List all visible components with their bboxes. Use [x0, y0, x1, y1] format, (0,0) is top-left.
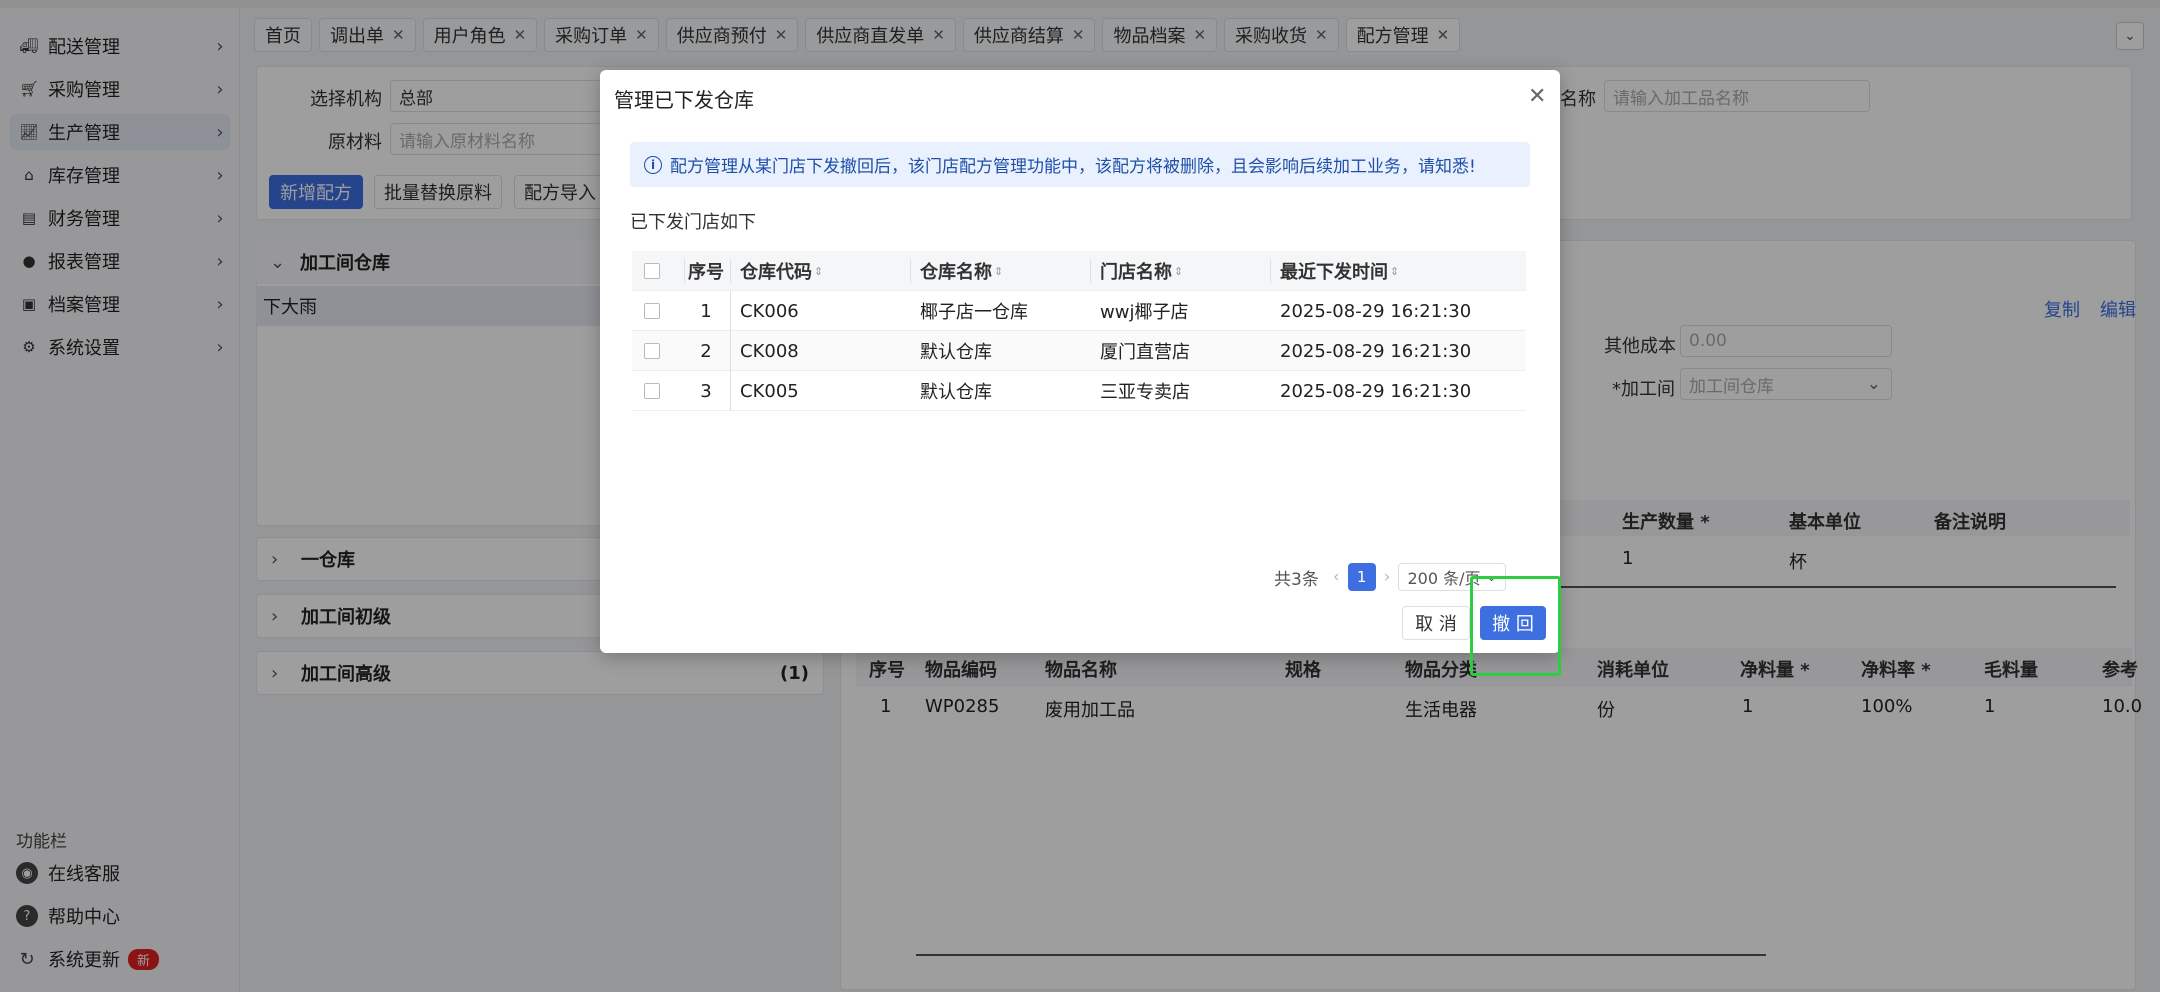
cell-name: 椰子店一仓库	[920, 302, 1028, 323]
sort-icon[interactable]: ⇕	[1174, 265, 1183, 278]
column-divider	[1090, 259, 1091, 283]
column-divider	[730, 291, 731, 331]
sort-icon[interactable]: ⇕	[814, 265, 823, 278]
cell-name: 默认仓库	[920, 382, 992, 403]
cell-store: wwj椰子店	[1100, 302, 1189, 323]
cell-time: 2025-08-29 16:21:30	[1280, 340, 1472, 362]
header-time-label: 最近下发时间	[1280, 262, 1388, 283]
select-all-cell	[644, 251, 674, 291]
revoke-highlight-box	[1470, 576, 1561, 676]
cancel-button[interactable]: 取 消	[1402, 606, 1470, 640]
table-row[interactable]: 1 CK006 椰子店一仓库 wwj椰子店 2025-08-29 16:21:3…	[632, 291, 1526, 331]
header-index: 序号	[684, 251, 728, 291]
column-divider	[730, 371, 731, 411]
row-checkbox[interactable]	[644, 343, 660, 359]
row-checkbox-cell	[644, 331, 660, 371]
row-checkbox[interactable]	[644, 303, 660, 319]
cell-index: 1	[700, 300, 712, 322]
cell-name: 默认仓库	[920, 342, 992, 363]
cell-time: 2025-08-29 16:21:30	[1280, 300, 1472, 322]
column-divider	[910, 259, 911, 283]
cell-store: 厦门直营店	[1100, 342, 1190, 363]
cell-index: 3	[700, 380, 712, 402]
alert-text: 配方管理从某门店下发撤回后，该门店配方管理功能中，该配方将被删除，且会影响后续加…	[670, 157, 1476, 177]
dialog-title: 管理已下发仓库	[614, 88, 754, 112]
table-header-row: 序号 仓库代码 ⇕ 仓库名称 ⇕ 门店名称 ⇕ 最近下发时间 ⇕	[632, 251, 1526, 291]
page-number[interactable]: 1	[1347, 563, 1376, 591]
header-name[interactable]: 仓库名称 ⇕	[920, 251, 1003, 291]
info-icon: i	[644, 155, 662, 174]
cell-time: 2025-08-29 16:21:30	[1280, 380, 1472, 402]
sort-icon[interactable]: ⇕	[994, 265, 1003, 278]
total-count: 共3条	[1274, 569, 1319, 590]
table-row[interactable]: 2 CK008 默认仓库 厦门直营店 2025-08-29 16:21:30	[632, 331, 1526, 371]
cell-code: CK005	[740, 380, 799, 402]
header-index-label: 序号	[688, 262, 724, 283]
cell-code: CK008	[740, 340, 799, 362]
row-checkbox[interactable]	[644, 383, 660, 399]
issued-warehouse-dialog: 管理已下发仓库 ✕ i 配方管理从某门店下发撤回后，该门店配方管理功能中，该配方…	[600, 70, 1560, 653]
prev-page-icon[interactable]: ‹	[1333, 567, 1340, 587]
header-store-label: 门店名称	[1100, 262, 1172, 283]
close-icon[interactable]: ✕	[1528, 84, 1546, 109]
cell-index: 2	[700, 340, 712, 362]
table-row[interactable]: 3 CK005 默认仓库 三亚专卖店 2025-08-29 16:21:30	[632, 371, 1526, 411]
header-code-label: 仓库代码	[740, 262, 812, 283]
warning-alert: i 配方管理从某门店下发撤回后，该门店配方管理功能中，该配方将被删除，且会影响后…	[630, 142, 1530, 187]
row-checkbox-cell	[644, 371, 660, 411]
cell-store: 三亚专卖店	[1100, 382, 1190, 403]
cell-code: CK006	[740, 300, 799, 322]
next-page-icon[interactable]: ›	[1384, 567, 1391, 587]
header-code[interactable]: 仓库代码 ⇕	[740, 251, 823, 291]
row-checkbox-cell	[644, 291, 660, 331]
column-divider	[730, 259, 731, 283]
select-all-checkbox[interactable]	[644, 263, 660, 279]
header-name-label: 仓库名称	[920, 262, 992, 283]
header-time[interactable]: 最近下发时间 ⇕	[1280, 251, 1399, 291]
sort-icon[interactable]: ⇕	[1390, 265, 1399, 278]
column-divider	[730, 331, 731, 371]
header-store[interactable]: 门店名称 ⇕	[1100, 251, 1183, 291]
issued-stores-subtitle: 已下发门店如下	[630, 212, 756, 233]
column-divider	[1270, 259, 1271, 283]
